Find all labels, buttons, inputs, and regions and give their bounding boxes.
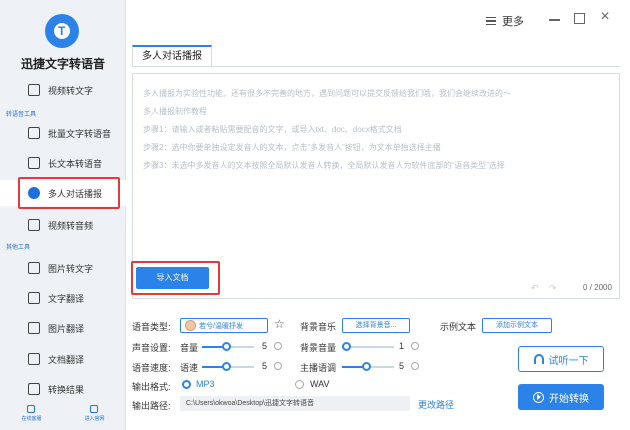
sample-text-label: 示例文本 [440,322,477,332]
volume-slider-knob[interactable] [222,342,231,351]
volume-label: 音量 [180,343,199,353]
menu-icon [486,17,496,25]
app-logo-icon: T [45,14,79,48]
char-count: 0 / 2000 [583,283,612,292]
sidebar-item-batch-tts[interactable]: 批量文字转语音 [0,120,126,146]
format-label: 输出格式: [132,382,171,392]
sidebar-item-text-translate[interactable]: 文字翻译 [0,285,126,311]
translate-icon [28,292,40,304]
volume-value: 5 [262,341,268,351]
editor-hint: 步骤2：选中你要单独设定发音人的文本，点击“多发音人”按钮，为文本单独选择主播 [143,143,441,152]
avatar [185,320,196,331]
bg-volume-label: 背景音量 [300,343,337,353]
format-mp3-radio[interactable] [182,380,191,389]
website-icon [90,404,99,413]
favorite-star-icon[interactable]: ☆ [274,317,285,331]
online-service-button[interactable]: 在线客服 [21,404,42,422]
rate-slider-knob[interactable] [222,362,231,371]
voice-select-button[interactable]: 若兮/温暖抒发 [180,318,268,333]
image-translate-icon [28,322,40,334]
sidebar: T 迅捷文字转语音 视频转文字 转语音工具 批量文字转语音 长文本转语音 多人对… [0,0,126,430]
pitch-label: 主播语调 [300,363,337,373]
add-sample-text-button[interactable]: 添加示例文本 [482,318,552,333]
rate-reset-icon[interactable] [274,362,282,370]
editor-hint: 步骤3：未选中多发音人的文本按照全局默认发音人转换，全局默认发音人为软件底部的“… [143,161,505,170]
bg-volume-slider[interactable] [342,342,394,351]
sidebar-item-long-text-tts[interactable]: 长文本转语音 [0,150,126,176]
pitch-value: 5 [399,361,405,371]
bg-volume-slider-knob[interactable] [342,342,351,351]
section-speech-tools: 转语音工具 [6,112,37,118]
bg-volume-reset-icon[interactable] [411,342,419,350]
minimize-button[interactable] [549,19,560,21]
choose-bg-music-button[interactable]: 选择背景音... [342,318,410,333]
audio-icon [28,219,40,231]
change-path-link[interactable]: 更改路径 [418,398,454,411]
official-site-button[interactable]: 进入官网 [84,404,105,422]
highlight-box-sidebar [18,177,120,209]
sidebar-item-video-to-text[interactable]: 视频转文字 [0,77,126,103]
tab-multi-dialogue[interactable]: 多人对话播报 [132,45,212,67]
editor-hint: 步骤1：请输入或者粘贴需要配音的文字，或导入txt、doc、docx格式文档 [143,125,402,134]
rate-value: 5 [262,361,268,371]
play-icon [533,391,544,403]
app-name: 迅捷文字转语音 [20,57,105,71]
rate-slider[interactable] [202,362,254,371]
close-button[interactable]: × [597,9,613,25]
path-label: 输出路径: [132,401,171,411]
editor-hint: 多人播报制作教程 [143,107,207,116]
volume-slider[interactable] [202,342,254,351]
speed-label: 语音速度: [132,363,171,373]
sidebar-item-image-to-text[interactable]: 图片转文字 [0,255,126,281]
format-wav-radio[interactable] [295,380,304,389]
headphones-icon [533,354,544,364]
redo-icon[interactable]: ↷ [549,283,557,294]
section-other-tools: 其他工具 [6,245,31,251]
highlight-box-import [131,261,220,295]
voice-type-label: 语音类型: [132,322,171,332]
batch-icon [28,127,40,139]
listen-button[interactable]: 试听一下 [518,346,604,372]
start-convert-button[interactable]: 开始转换 [518,384,604,410]
document-icon [28,157,40,169]
pitch-reset-icon[interactable] [411,362,419,370]
results-icon [28,383,40,395]
format-mp3-label: MP3 [196,379,215,389]
tab-divider [132,66,620,67]
format-wav-label: WAV [310,379,330,389]
voice-settings-label: 声音设置: [132,343,171,353]
title-bar: 更多 × [126,0,630,40]
service-icon [27,404,36,413]
bg-volume-value: 1 [399,341,405,351]
sidebar-item-video-to-audio[interactable]: 视频转音频 [0,212,126,238]
image-icon [28,262,40,274]
sidebar-bottom-tools: 在线客服 进入官网 [0,396,126,430]
sidebar-item-image-translate[interactable]: 图片翻译 [0,315,126,341]
more-menu-button[interactable]: 更多 [486,13,524,29]
pitch-slider[interactable] [342,362,394,371]
pitch-slider-knob[interactable] [362,362,371,371]
doc-translate-icon [28,353,40,365]
rate-label: 语速 [180,363,199,373]
bg-music-label: 背景音乐 [300,322,337,332]
video-icon [28,84,40,96]
editor-hint: 多人播报为实验性功能，还有很多不完善的地方，遇到问题可以提交反馈给我们哦，我们会… [143,89,511,98]
undo-icon[interactable]: ↶ [531,283,539,294]
output-path-field[interactable]: C:\Users\okwoa\Desktop\迅捷文字转语音 [180,396,410,411]
volume-reset-icon[interactable] [274,342,282,350]
sidebar-item-doc-translate[interactable]: 文档翻译 [0,346,126,372]
maximize-button[interactable] [574,13,585,24]
